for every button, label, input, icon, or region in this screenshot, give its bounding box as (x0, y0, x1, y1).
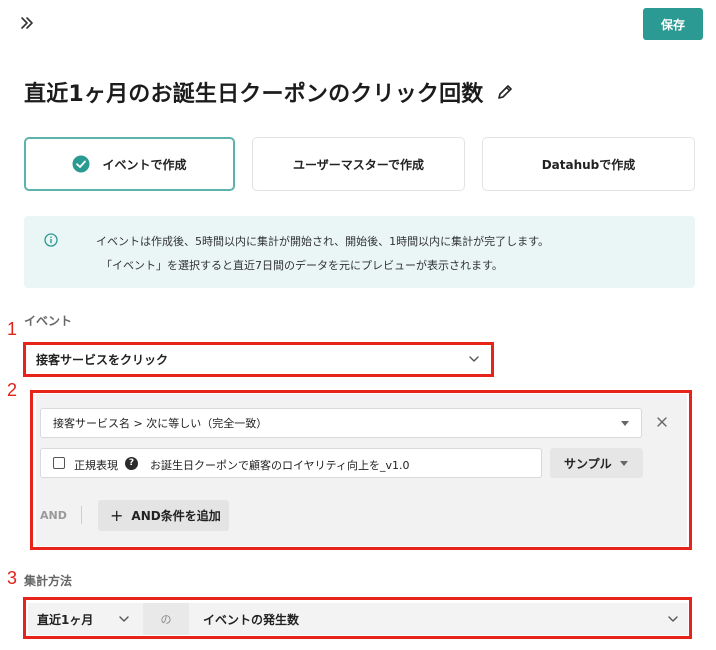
period-select-value: 直近1ヶ月 (37, 612, 94, 627)
regex-label: 正規表現 (74, 459, 118, 472)
and-label: AND (40, 509, 67, 522)
close-icon[interactable] (656, 416, 668, 428)
info-text-line-2: 「イベント」を選択すると直近7日間のデータを元にプレビューが表示されます。 (101, 259, 503, 272)
event-select-value: 接客サービスをクリック (36, 352, 169, 367)
condition-filter-select[interactable]: 接客サービス名 > 次に等しい（完全一致） (40, 408, 642, 438)
help-icon[interactable]: ? (125, 457, 138, 470)
chevron-down-icon (668, 616, 678, 622)
connector-label: の (143, 603, 189, 635)
period-select[interactable]: 直近1ヶ月 (28, 603, 143, 635)
info-icon (44, 233, 58, 247)
page-title: 直近1ヶ月のお誕生日クーポンのクリック回数 (24, 82, 484, 107)
metric-select-value: イベントの発生数 (203, 612, 300, 627)
plus-icon: + (110, 506, 124, 525)
condition-filter-value: 接客サービス名 > 次に等しい（完全一致） (53, 417, 268, 430)
mode-card-label: ユーザーマスターで作成 (292, 157, 425, 172)
aggregation-section-label: 集計方法 (24, 574, 73, 588)
pencil-icon[interactable] (496, 83, 514, 101)
metric-select[interactable]: イベントの発生数 (189, 603, 688, 635)
double-chevron-right-icon[interactable] (18, 14, 36, 32)
caret-down-icon (621, 421, 629, 426)
event-section-label: イベント (24, 314, 73, 328)
mode-card-user-master[interactable]: ユーザーマスターで作成 (252, 137, 465, 191)
chevron-down-icon (469, 356, 479, 362)
divider (81, 506, 82, 524)
chevron-down-icon (119, 616, 129, 622)
add-and-condition-label: AND条件を追加 (131, 509, 221, 523)
info-text-line-1: イベントは作成後、5時間以内に集計が開始され、開始後、1時間以内に集計が完了しま… (96, 235, 550, 248)
add-and-condition-button[interactable]: + AND条件を追加 (98, 500, 229, 531)
caret-down-icon (620, 461, 628, 466)
mode-card-event[interactable]: イベントで作成 (24, 137, 235, 191)
info-banner: イベントは作成後、5時間以内に集計が開始され、開始後、1時間以内に集計が完了しま… (24, 216, 695, 288)
aggregation-row: 直近1ヶ月 の イベントの発生数 (28, 603, 688, 635)
mode-card-label: イベントで作成 (102, 157, 187, 172)
save-button[interactable]: 保存 (643, 8, 703, 40)
sample-button[interactable]: サンプル (550, 448, 643, 478)
mode-card-label: Datahubで作成 (541, 157, 636, 172)
title-row: 直近1ヶ月のお誕生日クーポンのクリック回数 (24, 76, 514, 108)
sample-button-label: サンプル (564, 456, 612, 471)
annotation-marker-1: 1 (7, 319, 18, 339)
condition-value-field[interactable]: 正規表現 ? お誕生日クーポンで顧客のロイヤリティ向上を_v1.0 (40, 448, 542, 478)
regex-checkbox[interactable] (53, 457, 65, 469)
condition-panel: 接客サービス名 > 次に等しい（完全一致） 正規表現 ? お誕生日クーポンで顧客… (36, 394, 687, 546)
mode-card-datahub[interactable]: Datahubで作成 (482, 137, 695, 191)
annotation-marker-3: 3 (7, 568, 18, 588)
check-circle-icon (72, 155, 90, 173)
annotation-marker-2: 2 (7, 380, 18, 400)
event-select[interactable]: 接客サービスをクリック (28, 346, 489, 372)
condition-value-text: お誕生日クーポンで顧客のロイヤリティ向上を_v1.0 (150, 459, 410, 472)
top-bar: 保存 (0, 0, 716, 48)
